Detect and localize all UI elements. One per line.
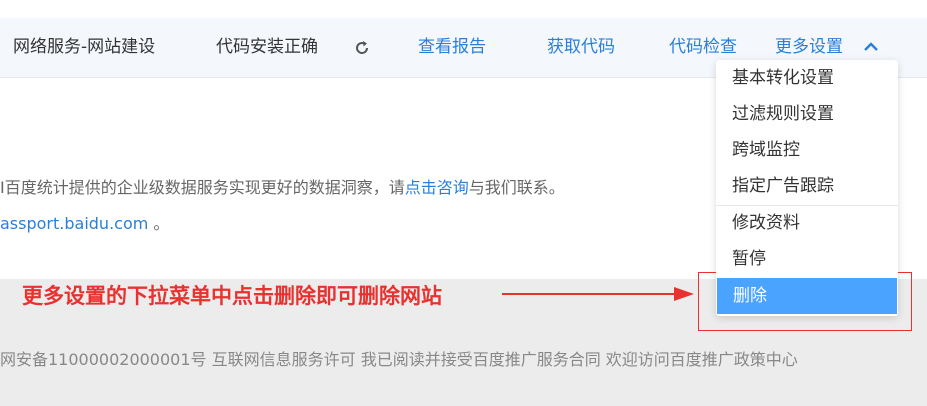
consult-prefix: I百度统计提供的企业级数据服务实现更好的数据洞察，请 bbox=[0, 178, 405, 197]
get-code-link[interactable]: 获取代码 bbox=[547, 18, 615, 77]
menu-item-pause[interactable]: 暂停 bbox=[716, 241, 898, 277]
top-strip bbox=[0, 0, 927, 18]
consult-line: I百度统计提供的企业级数据服务实现更好的数据洞察，请点击咨询与我们联系。 bbox=[0, 174, 565, 198]
menu-item-edit-profile[interactable]: 修改资料 bbox=[716, 205, 898, 241]
consult-link[interactable]: 点击咨询 bbox=[405, 178, 469, 197]
install-status: 代码安装正确 bbox=[216, 37, 318, 57]
chevron-up-icon[interactable] bbox=[862, 40, 880, 54]
menu-item-cross-domain[interactable]: 跨域监控 bbox=[716, 132, 898, 168]
passport-link[interactable]: assport.baidu.com bbox=[0, 214, 148, 233]
consult-suffix: 与我们联系。 bbox=[468, 178, 565, 197]
passport-line: assport.baidu.com 。 bbox=[0, 210, 169, 234]
menu-item-filter-rules[interactable]: 过滤规则设置 bbox=[716, 96, 898, 132]
view-report-link[interactable]: 查看报告 bbox=[418, 18, 486, 77]
site-name: 网络服务-网站建设 bbox=[13, 37, 156, 57]
footer-text: 网安备11000002000001号 互联网信息服务许可 我已阅读并接受百度推广… bbox=[0, 350, 798, 369]
annotation-text: 更多设置的下拉菜单中点击删除即可删除网站 bbox=[22, 284, 442, 308]
more-settings-dropdown: 基本转化设置 过滤规则设置 跨域监控 指定广告跟踪 修改资料 暂停 删除 bbox=[716, 60, 898, 316]
menu-item-ad-tracking[interactable]: 指定广告跟踪 bbox=[716, 168, 898, 204]
menu-item-basic-conversion[interactable]: 基本转化设置 bbox=[716, 60, 898, 96]
annotation-arrow-icon bbox=[502, 287, 694, 301]
passport-suffix: 。 bbox=[148, 214, 170, 233]
menu-item-delete[interactable]: 删除 bbox=[717, 278, 897, 314]
